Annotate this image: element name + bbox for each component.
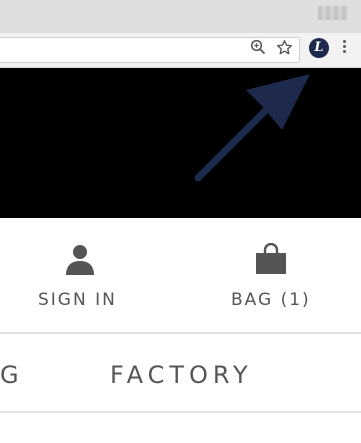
menu-item-partial[interactable]: G <box>0 361 24 389</box>
sign-in-link[interactable]: SIGN IN <box>38 290 117 310</box>
divider <box>0 332 361 334</box>
window-control-blurred <box>318 6 348 20</box>
bag-link[interactable]: BAG (1) <box>231 290 311 310</box>
divider <box>0 411 361 413</box>
star-icon[interactable] <box>276 39 293 56</box>
kebab-menu-icon[interactable] <box>341 40 347 56</box>
person-icon[interactable] <box>64 243 96 275</box>
zoom-icon[interactable] <box>250 39 266 55</box>
shopping-bag-icon[interactable] <box>255 243 287 275</box>
menu-item-factory[interactable]: FACTORY <box>110 361 253 389</box>
browser-title-bar <box>0 0 361 34</box>
extension-icon[interactable]: L <box>309 38 329 58</box>
browser-toolbar <box>0 33 361 68</box>
arrow-pointer-icon <box>194 74 310 182</box>
